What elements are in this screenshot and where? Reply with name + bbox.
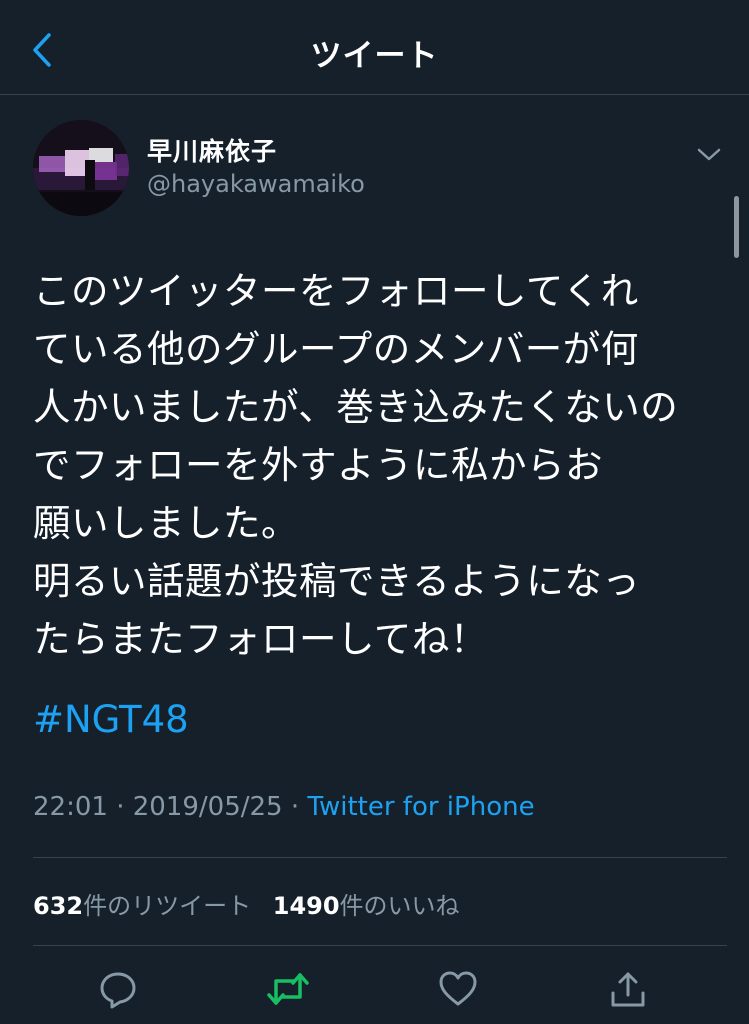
- retweets-stat[interactable]: 632件のリツイート: [33, 892, 251, 920]
- chevron-down-icon: [697, 148, 721, 161]
- meta-separator: ·: [116, 792, 125, 822]
- avatar[interactable]: [33, 120, 129, 216]
- share-icon: [611, 972, 645, 1007]
- tweet-menu-button[interactable]: [694, 142, 724, 166]
- retweets-label: 件のリツイート: [83, 892, 252, 920]
- tweet-stats: 632件のリツイート 1490件のいいね: [33, 886, 460, 921]
- retweet-button[interactable]: [264, 965, 312, 1013]
- divider: [33, 857, 727, 858]
- meta-separator: ·: [290, 792, 300, 822]
- author-display-name[interactable]: 早川麻依子: [147, 132, 277, 168]
- retweets-count: 632: [33, 892, 84, 920]
- tweet-source-link[interactable]: Twitter for iPhone: [307, 792, 534, 822]
- top-navigation-bar: ツイート: [0, 0, 749, 95]
- like-button[interactable]: [434, 965, 482, 1013]
- likes-stat[interactable]: 1490件のいいね: [273, 892, 460, 920]
- reply-icon: [100, 972, 136, 1009]
- tweet-date: 2019/05/25: [132, 792, 283, 822]
- divider: [33, 945, 727, 946]
- tweet-time: 22:01: [33, 792, 108, 822]
- author-handle[interactable]: @hayakawamaiko: [147, 170, 365, 198]
- share-button[interactable]: [604, 965, 652, 1013]
- tweet-text: このツイッターをフォローしてくれ ている他のグループのメンバーが何 人かいました…: [33, 269, 679, 661]
- tweet-meta: 22:01 · 2019/05/25 · Twitter for iPhone: [33, 792, 535, 822]
- heart-icon: [439, 971, 477, 1006]
- page-title: ツイート: [310, 38, 439, 74]
- hashtag-link[interactable]: #NGT48: [33, 698, 189, 741]
- retweet-icon: [267, 973, 309, 1005]
- likes-label: 件のいいね: [339, 892, 460, 920]
- scrollbar[interactable]: [734, 196, 739, 258]
- reply-button[interactable]: [94, 965, 142, 1013]
- likes-count: 1490: [272, 892, 340, 920]
- avatar-image: [33, 120, 129, 216]
